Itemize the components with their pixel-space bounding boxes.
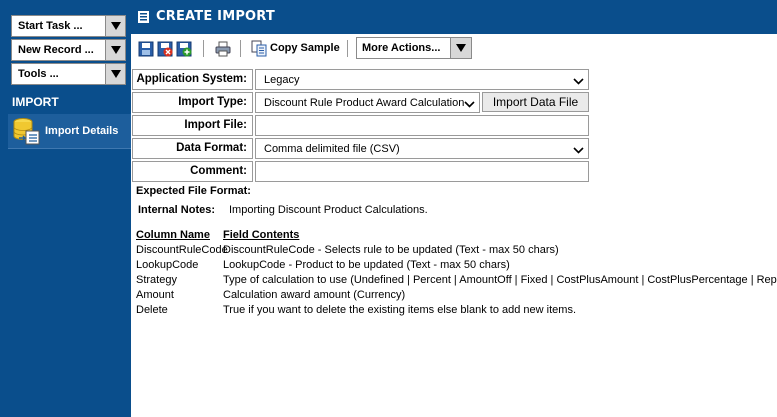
internal-notes-value: Importing Discount Product Calculations.: [229, 204, 428, 216]
import-type-label: Import Type:: [132, 92, 253, 113]
toolbar-separator: [203, 40, 204, 57]
save-close-icon[interactable]: [157, 41, 173, 57]
start-task-label: Start Task ...: [18, 20, 83, 32]
chevron-down-icon[interactable]: [450, 38, 471, 58]
chevron-down-icon[interactable]: [105, 16, 125, 36]
import-file-label: Import File:: [132, 115, 253, 136]
table-row-name: Delete: [136, 304, 168, 316]
save-icon[interactable]: [138, 41, 154, 57]
chevron-down-icon: [573, 145, 584, 157]
list-icon: [138, 11, 149, 26]
new-record-label: New Record ...: [18, 44, 94, 56]
table-row-contents: LookupCode - Product to be updated (Text…: [223, 259, 510, 271]
application-system-value: Legacy: [264, 74, 300, 86]
copy-sample-label: Copy Sample: [270, 42, 340, 54]
table-row-name: Strategy: [136, 274, 177, 286]
table-row-contents: True if you want to delete the existing …: [223, 304, 576, 316]
toolbar: Copy Sample More Actions...: [131, 34, 777, 62]
save-new-icon[interactable]: [176, 41, 192, 57]
toolbar-separator: [347, 40, 348, 57]
sidebar: Start Task ... New Record ... Tools ... …: [0, 0, 131, 417]
sidebar-item-import-details[interactable]: Import Details: [8, 114, 131, 148]
more-actions-select[interactable]: More Actions...: [356, 37, 472, 59]
toolbar-separator: [240, 40, 241, 57]
column-name-header: Column Name: [136, 229, 210, 241]
start-task-select[interactable]: Start Task ...: [11, 15, 126, 37]
page-header: CREATE IMPORT: [131, 0, 777, 34]
tools-select[interactable]: Tools ...: [11, 63, 126, 85]
sidebar-divider: [8, 148, 131, 149]
application-system-select[interactable]: Legacy: [255, 69, 589, 90]
more-actions-label: More Actions...: [362, 42, 441, 54]
table-row-name: Amount: [136, 289, 174, 301]
data-format-value: Comma delimited file (CSV): [264, 143, 400, 155]
chevron-down-icon: [464, 99, 475, 111]
chevron-down-icon: [573, 76, 584, 88]
table-row-name: DiscountRuleCode: [136, 244, 228, 256]
database-import-icon: [11, 116, 41, 149]
table-row-contents: Type of calculation to use (Undefined | …: [223, 274, 777, 286]
print-icon[interactable]: [215, 41, 231, 57]
import-file-input[interactable]: [255, 115, 589, 136]
chevron-down-icon[interactable]: [105, 64, 125, 84]
data-format-label: Data Format:: [132, 138, 253, 159]
expected-format-label: Expected File Format:: [136, 185, 251, 197]
comment-input[interactable]: [255, 161, 589, 182]
table-row-contents: DiscountRuleCode - Selects rule to be up…: [223, 244, 559, 256]
tools-label: Tools ...: [18, 68, 59, 80]
new-record-select[interactable]: New Record ...: [11, 39, 126, 61]
copy-icon: [251, 40, 268, 60]
table-row-name: LookupCode: [136, 259, 199, 271]
internal-notes-label: Internal Notes:: [138, 204, 216, 216]
import-type-value: Discount Rule Product Award Calculations: [264, 97, 470, 109]
import-data-file-button[interactable]: Import Data File: [482, 92, 589, 112]
chevron-down-icon[interactable]: [105, 40, 125, 60]
import-form: Application System: Legacy Import Type: …: [131, 62, 777, 417]
table-row-contents: Calculation award amount (Currency): [223, 289, 406, 301]
sidebar-item-label: Import Details: [45, 125, 119, 137]
data-format-select[interactable]: Comma delimited file (CSV): [255, 138, 589, 159]
comment-label: Comment:: [132, 161, 253, 182]
page-title: CREATE IMPORT: [156, 9, 276, 24]
application-system-label: Application System:: [132, 69, 253, 90]
sidebar-section-title: IMPORT: [12, 95, 59, 109]
import-type-select[interactable]: Discount Rule Product Award Calculations: [255, 92, 480, 113]
field-contents-header: Field Contents: [223, 229, 300, 241]
